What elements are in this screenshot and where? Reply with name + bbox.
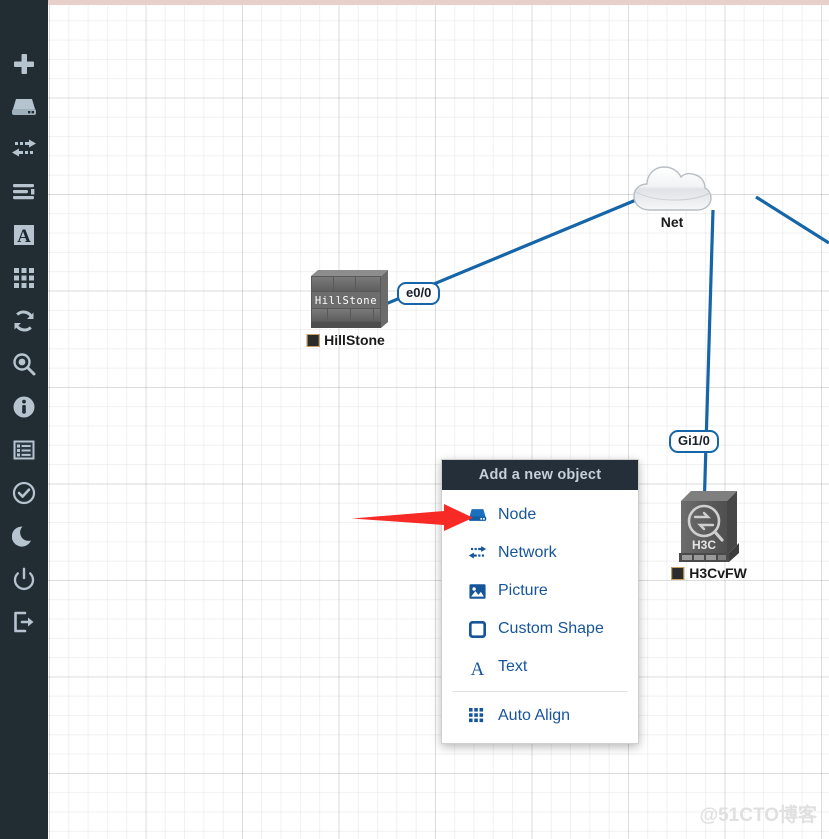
menu-item-network-label: Network [498, 544, 557, 561]
node-hillstone-label: HillStone [306, 332, 385, 348]
sidebar-item-refresh[interactable] [0, 301, 48, 341]
status-square [306, 333, 320, 347]
node-h3cvfw-label: H3CvFW [671, 565, 747, 581]
menu-item-network[interactable]: Network [442, 534, 638, 572]
left-toolbar: A [0, 0, 48, 839]
menu-item-picture-label: Picture [498, 582, 548, 599]
info-icon [12, 395, 36, 419]
link-net-h3cvfw[interactable] [702, 209, 715, 513]
node-net-label: Net [660, 214, 684, 230]
node-icon [11, 96, 37, 118]
svg-text:A: A [471, 659, 485, 677]
context-menu-title: Add a new object [442, 460, 638, 490]
refresh-icon [12, 309, 36, 333]
plus-icon [11, 51, 37, 77]
svg-text:H3C: H3C [692, 538, 716, 552]
sidebar-item-add-node[interactable] [0, 87, 48, 127]
appliance-3d-icon: H3C [679, 491, 739, 562]
network-icon [468, 545, 487, 561]
logout-icon [12, 610, 36, 634]
auto-align-icon [468, 707, 487, 725]
topology-links [375, 193, 829, 513]
status-square [671, 566, 685, 580]
menu-item-text[interactable]: A Text [442, 648, 638, 686]
menu-item-custom-shape[interactable]: Custom Shape [442, 610, 638, 648]
zoom-icon [12, 352, 36, 376]
svg-text:A: A [17, 226, 31, 247]
sidebar-item-nodes-list[interactable] [0, 430, 48, 470]
text-icon: A [468, 658, 487, 677]
moon-icon [12, 524, 36, 548]
firewall-brick-icon: HillStone [311, 270, 388, 328]
menu-item-text-label: Text [498, 658, 528, 675]
sidebar-item-dark-mode[interactable] [0, 516, 48, 556]
top-accent-bar [48, 0, 829, 5]
menu-item-picture[interactable]: Picture [442, 572, 638, 610]
cloud-icon [633, 166, 712, 211]
menu-item-node-label: Node [498, 506, 537, 523]
node-net[interactable]: Net [632, 162, 712, 234]
sidebar-item-start-all[interactable] [0, 473, 48, 513]
text-icon: A [12, 223, 36, 247]
sidebar-item-add-network[interactable] [0, 129, 48, 169]
node-hillstone[interactable]: HillStone HillStone [303, 270, 388, 350]
node-h3cvfw-name: H3CvFW [689, 565, 747, 581]
list-icon [12, 438, 36, 462]
sidebar-item-grid[interactable] [0, 258, 48, 298]
check-circle-icon [12, 481, 36, 505]
sidebar-item-add-text[interactable]: A [0, 215, 48, 255]
watermark: @51CTO博客 [699, 805, 817, 826]
picture-icon [468, 583, 487, 600]
power-icon [12, 567, 36, 591]
network-icon [11, 138, 37, 160]
menu-item-auto-align-label: Auto Align [498, 707, 571, 724]
annotation-arrow-icon [352, 504, 473, 531]
menu-item-auto-align[interactable]: Auto Align [442, 697, 638, 735]
sidebar-item-add[interactable] [0, 44, 48, 84]
node-h3cvfw[interactable]: H3C H3CvFW [671, 487, 747, 581]
link-net-external[interactable] [755, 195, 829, 245]
sidebar-item-zoom[interactable] [0, 344, 48, 384]
menu-separator [452, 691, 628, 692]
grid-icon [13, 267, 35, 289]
sidebar-item-align[interactable] [0, 172, 48, 212]
menu-item-custom-shape-label: Custom Shape [498, 620, 604, 637]
custom-shape-icon [468, 620, 487, 638]
svg-text:HillStone: HillStone [315, 295, 377, 307]
topology-editor-window: Net HillStone HillStone H3C H3CvFW e0/0 … [0, 0, 829, 839]
topology-canvas[interactable]: Net HillStone HillStone H3C H3CvFW e0/0 … [48, 0, 829, 839]
context-menu-add-object: Add a new object Node Network Picture Cu… [441, 459, 639, 744]
sidebar-item-logout[interactable] [0, 602, 48, 642]
port-label-gi1-0[interactable]: Gi1/0 [669, 430, 719, 454]
port-label-e0-0[interactable]: e0/0 [397, 282, 441, 306]
node-hillstone-name: HillStone [324, 332, 385, 348]
align-icon [11, 181, 37, 203]
sidebar-item-power[interactable] [0, 559, 48, 599]
sidebar-item-status[interactable] [0, 387, 48, 427]
